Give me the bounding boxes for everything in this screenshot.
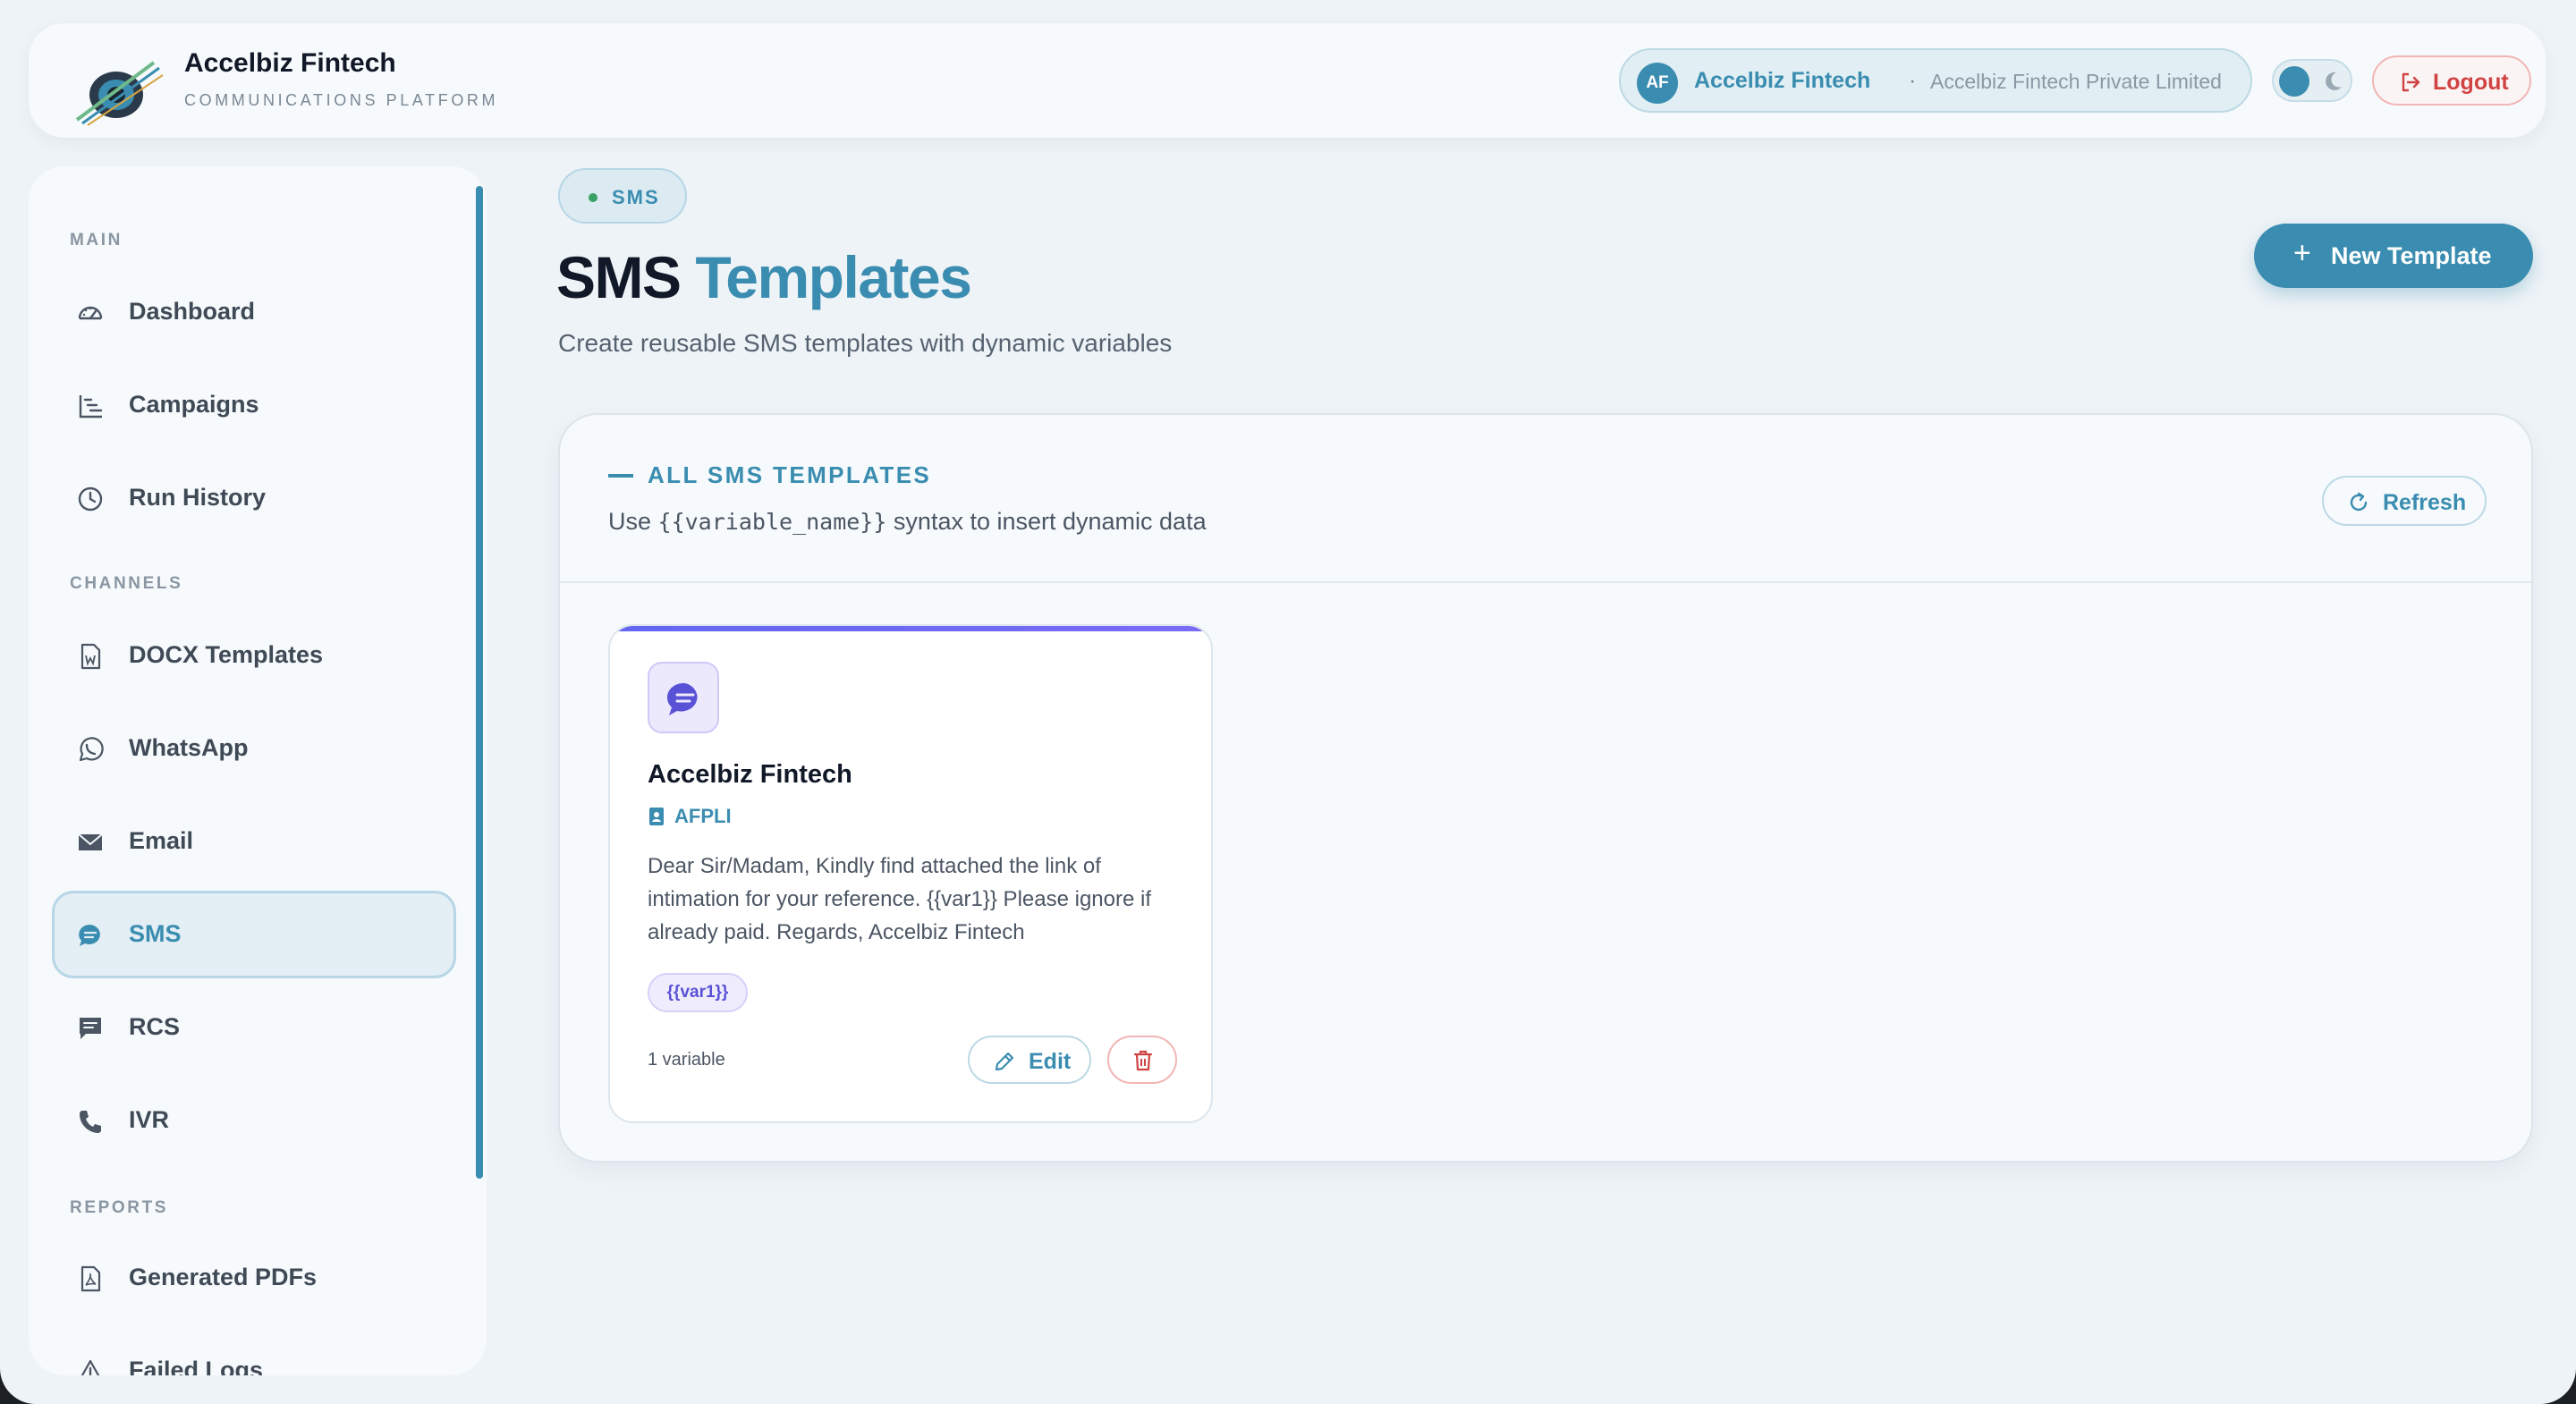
template-icon-tile	[648, 662, 719, 733]
org-company: Accelbiz Fintech Private Limited	[1930, 70, 2222, 93]
warning-icon	[80, 1359, 100, 1375]
hint-suffix: syntax to insert dynamic data	[893, 508, 1207, 535]
section-label-reports: REPORTS	[70, 1198, 169, 1217]
sidebar-item-label: Run History	[129, 484, 267, 511]
sidebar-item-ivr[interactable]: IVR	[52, 1077, 456, 1164]
template-name: Accelbiz Fintech	[648, 760, 852, 789]
sms-bubble-icon	[666, 682, 698, 715]
hint-code: {{variable_name}}	[657, 509, 887, 535]
section-label-channels: CHANNELS	[70, 574, 183, 593]
channel-badge-label: SMS	[612, 186, 660, 208]
sms-icon	[79, 924, 100, 946]
sidebar-item-label: Dashboard	[129, 298, 256, 325]
channel-badge: SMS	[558, 168, 687, 224]
sidebar-item-label: Generated PDFs	[129, 1264, 318, 1290]
new-template-label: New Template	[2331, 242, 2492, 269]
top-header: Accelbiz Fintech COMMUNICATIONS PLATFORM…	[29, 23, 2546, 138]
sidebar-item-label: Failed Logs	[129, 1357, 264, 1375]
status-dot	[589, 193, 597, 202]
refresh-button[interactable]: Refresh	[2322, 476, 2487, 526]
sidebar-item-label: Campaigns	[129, 391, 259, 418]
theme-toggle[interactable]	[2272, 59, 2352, 102]
page-title-accent: Templates	[695, 244, 972, 310]
logout-icon	[2402, 72, 2420, 92]
brand-subtitle: COMMUNICATIONS PLATFORM	[184, 91, 499, 109]
template-body: Dear Sir/Madam, Kindly find attached the…	[648, 854, 1151, 944]
org-name: Accelbiz Fintech	[1694, 68, 1871, 93]
brand-logo-icon	[75, 61, 164, 126]
toggle-knob	[2279, 66, 2309, 97]
sender-id: AFPLI	[674, 805, 732, 827]
template-card[interactable]: Accelbiz Fintech AFPLI Dear Sir/Madam, K…	[608, 624, 1213, 1123]
variable-chip: {{var1}}	[648, 973, 748, 1012]
sidebar-item-rcs[interactable]: RCS	[52, 984, 456, 1071]
refresh-label: Refresh	[2383, 490, 2467, 515]
contact-card-icon	[649, 808, 664, 825]
panel-hint: Use {{variable_name}} syntax to insert d…	[608, 508, 1207, 536]
plus-icon: +	[2293, 236, 2311, 270]
rcs-icon	[80, 1018, 101, 1039]
pdf-icon	[80, 1265, 101, 1292]
sidebar-item-whatsapp[interactable]: WhatsApp	[52, 705, 456, 792]
sidebar-item-docx-templates[interactable]: DOCX Templates	[52, 612, 456, 699]
sidebar-item-email[interactable]: Email	[52, 798, 456, 885]
envelope-icon	[78, 833, 103, 850]
hint-prefix: Use	[608, 508, 652, 535]
docx-icon	[80, 643, 101, 670]
refresh-icon	[2350, 492, 2368, 512]
sidebar-item-run-history[interactable]: Run History	[52, 454, 456, 542]
templates-panel: ALL SMS TEMPLATES Use {{variable_name}} …	[558, 413, 2533, 1163]
logout-label: Logout	[2433, 70, 2509, 95]
sidebar-item-label: WhatsApp	[129, 734, 249, 761]
sidebar-item-label: IVR	[129, 1106, 170, 1133]
variable-count: 1 variable	[648, 1050, 725, 1070]
new-template-button[interactable]: + New Template	[2254, 224, 2533, 288]
page-subtitle: Create reusable SMS templates with dynam…	[558, 329, 1173, 357]
edit-button[interactable]: Edit	[968, 1036, 1091, 1084]
sidebar: MAIN Dashboard Campaigns Run History CHA…	[29, 166, 487, 1375]
sidebar-item-generated-pdfs[interactable]: Generated PDFs	[52, 1234, 456, 1322]
page-title: SMS Templates	[556, 243, 972, 311]
logout-button[interactable]: Logout	[2372, 55, 2531, 106]
sidebar-item-failed-logs[interactable]: Failed Logs	[52, 1327, 456, 1375]
whatsapp-icon	[79, 737, 104, 762]
clock-icon	[78, 486, 103, 512]
phone-icon	[80, 1111, 101, 1133]
delete-button[interactable]	[1107, 1036, 1177, 1084]
campaigns-icon	[79, 395, 103, 419]
sidebar-item-sms[interactable]: SMS	[52, 891, 456, 978]
trash-icon	[1133, 1050, 1153, 1071]
moon-icon	[2326, 72, 2342, 90]
panel-title: ALL SMS TEMPLATES	[648, 461, 932, 488]
sidebar-item-label: DOCX Templates	[129, 641, 324, 668]
page-title-main: SMS	[556, 244, 682, 310]
avatar: AF	[1637, 63, 1678, 104]
sidebar-item-dashboard[interactable]: Dashboard	[52, 268, 456, 356]
sidebar-item-label: RCS	[129, 1013, 181, 1040]
section-label-main: MAIN	[70, 231, 123, 250]
dashboard-icon	[78, 306, 103, 320]
brand-name: Accelbiz Fintech	[184, 48, 396, 78]
edit-label: Edit	[1029, 1049, 1072, 1074]
sidebar-scrollbar[interactable]	[476, 186, 483, 1179]
divider	[560, 581, 2531, 583]
sidebar-item-label: SMS	[129, 920, 182, 947]
card-accent-bar	[610, 626, 1211, 631]
panel-title-dash	[608, 474, 633, 478]
app-window: Accelbiz Fintech COMMUNICATIONS PLATFORM…	[0, 0, 2576, 1404]
organization-switcher[interactable]: AF Accelbiz Fintech · Accelbiz Fintech P…	[1619, 48, 2252, 113]
sidebar-item-campaigns[interactable]: Campaigns	[52, 361, 456, 449]
org-separator: ·	[1909, 68, 1917, 93]
pencil-icon	[995, 1052, 1014, 1071]
sidebar-item-label: Email	[129, 827, 194, 854]
